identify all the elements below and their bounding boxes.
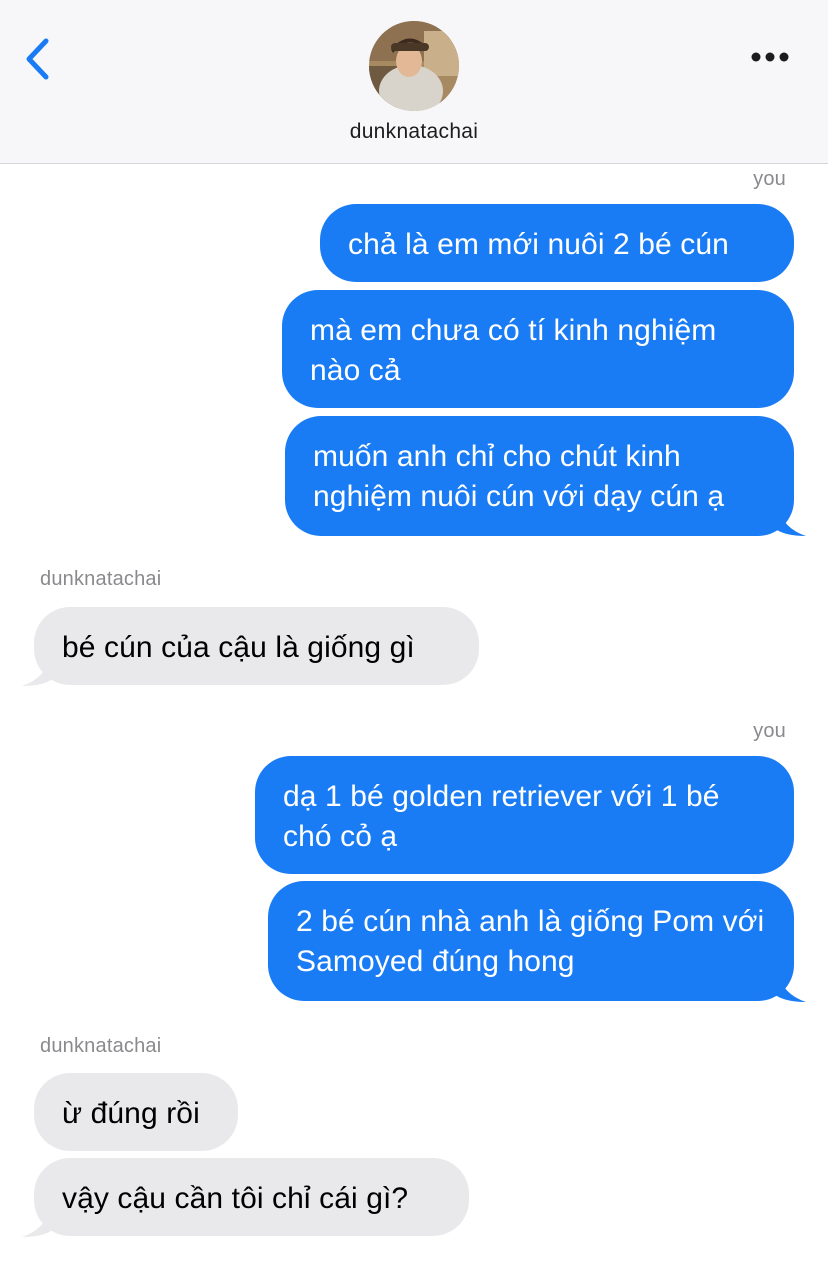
sender-label: dunknatachai <box>40 568 162 590</box>
sender-label: you <box>753 720 786 742</box>
sender-label: dunknatachai <box>40 1035 162 1057</box>
sender-label: you <box>753 168 786 190</box>
bubble-tail <box>20 1207 54 1237</box>
bubble-tail <box>774 972 808 1002</box>
message-bubble-outgoing[interactable]: 2 bé cún nhà anh là giống Pom với Samoye… <box>268 881 794 1001</box>
message-bubble-incoming[interactable]: bé cún của cậu là giống gì <box>34 607 479 685</box>
message-bubble-outgoing[interactable]: muốn anh chỉ cho chút kinh nghiệm nuôi c… <box>285 416 794 536</box>
contact-name[interactable]: dunknatachai <box>0 120 828 144</box>
ellipsis-icon <box>748 52 794 74</box>
message-bubble-incoming[interactable]: ừ đúng rồi <box>34 1073 238 1151</box>
message-bubble-outgoing[interactable]: dạ 1 bé golden retriever với 1 bé chó cỏ… <box>255 756 794 874</box>
bubble-tail <box>774 506 808 536</box>
more-options-button[interactable] <box>748 44 794 70</box>
message-bubble-outgoing[interactable]: chả là em mới nuôi 2 bé cún <box>320 204 794 282</box>
chat-header: dunknatachai <box>0 0 828 164</box>
message-bubble-incoming[interactable]: vậy cậu cần tôi chỉ cái gì? <box>34 1158 469 1236</box>
bubble-tail <box>20 656 54 686</box>
back-button[interactable] <box>22 36 56 82</box>
message-bubble-outgoing[interactable]: mà em chưa có tí kinh nghiệm nào cả <box>282 290 794 408</box>
chevron-left-icon <box>22 36 56 82</box>
contact-avatar[interactable] <box>369 21 459 111</box>
